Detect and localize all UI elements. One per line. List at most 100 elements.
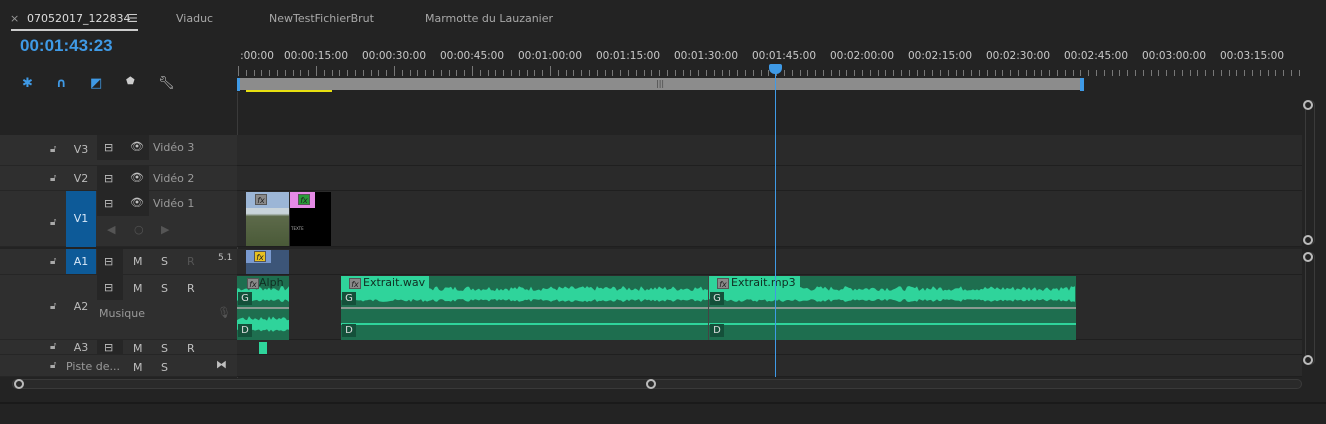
ruler-tick — [488, 70, 489, 76]
track-id[interactable]: V3 — [66, 143, 96, 156]
track-name: Vidéo 2 — [153, 172, 195, 185]
ruler-label: 00:01:45:00 — [751, 50, 817, 62]
solo-button[interactable]: S — [161, 282, 168, 295]
ruler-tick — [659, 70, 660, 76]
toggle-sync-icon[interactable]: ⊟ — [104, 255, 113, 268]
ruler-label: 00:01:00:00 — [517, 50, 583, 62]
ruler-label: 00:03:15:00 — [1219, 50, 1285, 62]
go-to-ends-icon[interactable]: ⧓ — [216, 358, 227, 371]
record-button[interactable]: R — [187, 342, 195, 355]
a-scroll-handle-bottom[interactable] — [1303, 355, 1313, 365]
track-v1[interactable] — [237, 191, 1302, 247]
ruler-tick — [932, 70, 933, 76]
track-v3[interactable] — [237, 135, 1302, 166]
track-id[interactable]: V1 — [66, 191, 96, 247]
mute-button[interactable]: M — [133, 361, 143, 374]
ruler-tick — [753, 70, 754, 76]
track-a3[interactable] — [237, 340, 1302, 355]
mute-button[interactable]: M — [133, 282, 143, 295]
mute-button[interactable]: M — [133, 255, 143, 268]
audio-clip-alph[interactable]: Alph fx G D — [237, 276, 289, 340]
clip-name: Alph — [259, 276, 284, 289]
lock-icon[interactable]: 🔓︎ — [50, 256, 56, 267]
audio-vertical-scrollbar[interactable] — [1305, 252, 1315, 365]
toggle-sync-icon[interactable]: ⊟ — [104, 172, 113, 185]
toggle-sync-icon[interactable]: ⊟ — [104, 197, 113, 210]
video-clip-title[interactable]: fx TEXTE — [290, 192, 331, 246]
ruler-label: 00:01:15:00 — [595, 50, 661, 62]
audio-clip-extrait-mp3[interactable]: Extrait.mp3 fx G D — [709, 276, 1076, 340]
eye-icon[interactable]: 👁︎ — [130, 140, 144, 153]
next-keyframe-icon[interactable]: ▶ — [161, 223, 169, 236]
toggle-sync-icon[interactable]: ⊟ — [104, 141, 113, 154]
v-scroll-handle-bottom[interactable] — [1303, 235, 1313, 245]
eye-icon[interactable]: 👁︎ — [130, 196, 144, 209]
channel-right-label: D — [238, 324, 252, 337]
solo-button[interactable]: S — [161, 361, 168, 374]
a-scroll-handle-top[interactable] — [1303, 252, 1313, 262]
record-button[interactable]: R — [187, 255, 195, 268]
lock-icon[interactable]: 🔓︎ — [50, 144, 56, 155]
toggle-sync-icon[interactable]: ⊟ — [104, 281, 113, 294]
prev-keyframe-icon[interactable]: ◀ — [107, 223, 115, 236]
lock-icon[interactable]: 🔓︎ — [50, 217, 56, 228]
horizontal-scrollbar[interactable] — [12, 379, 1302, 389]
h-scroll-handle-right[interactable] — [646, 379, 656, 389]
add-keyframe-icon[interactable]: ○ — [134, 223, 144, 236]
solo-button[interactable]: S — [161, 255, 168, 268]
channel-left-label: G — [342, 292, 356, 305]
ruler-tick — [1244, 70, 1245, 76]
zoom-handle-right[interactable] — [1080, 78, 1084, 91]
ruler-tick — [909, 70, 910, 76]
lock-icon[interactable]: 🔓︎ — [50, 301, 56, 312]
ruler-tick — [1260, 70, 1261, 76]
ruler-tick — [1002, 70, 1003, 76]
video-vertical-scrollbar[interactable] — [1305, 100, 1315, 245]
channel-right-label: D — [342, 324, 356, 337]
ruler-tick — [425, 70, 426, 76]
audio-clip-a1[interactable]: fx — [246, 250, 289, 274]
ruler-tick — [269, 70, 270, 76]
ruler-tick — [1182, 70, 1183, 76]
lock-icon[interactable]: 🔓︎ — [50, 360, 56, 371]
track-master[interactable] — [237, 355, 1302, 377]
ruler-tick — [1166, 70, 1167, 76]
mute-button[interactable]: M — [133, 342, 143, 355]
ruler-label: 00:02:45:00 — [1063, 50, 1129, 62]
ruler-tick — [1213, 70, 1214, 76]
audio-clip-a3[interactable] — [259, 342, 267, 354]
track-id[interactable]: A2 — [66, 300, 96, 313]
track-id[interactable]: A1 — [66, 249, 96, 274]
lock-icon[interactable]: 🔓︎ — [50, 173, 56, 184]
playhead-line[interactable] — [775, 66, 776, 377]
track-name: Vidéo 3 — [153, 141, 195, 154]
zoom-handle-left[interactable] — [237, 78, 240, 91]
track-id[interactable]: A3 — [66, 341, 96, 354]
ruler-tick — [612, 70, 613, 76]
v-scroll-handle-top[interactable] — [1303, 100, 1313, 110]
ruler-tick — [386, 70, 387, 76]
h-scroll-handle-left[interactable] — [14, 379, 24, 389]
eye-icon[interactable]: 👁︎ — [130, 171, 144, 184]
ruler-tick — [542, 70, 543, 76]
ruler-label: 00:00:45:00 — [439, 50, 505, 62]
ruler-tick — [854, 70, 855, 76]
audio-clip-extrait-wav[interactable]: Extrait.wav fx G D — [341, 276, 709, 340]
time-ruler[interactable]: :00:00 00:00:15:00 00:00:30:00 00:00:45:00 0… — [0, 0, 1326, 80]
record-button[interactable]: R — [187, 282, 195, 295]
track-a1[interactable] — [237, 249, 1302, 275]
ruler-tick — [636, 70, 637, 76]
solo-button[interactable]: S — [161, 342, 168, 355]
ruler-tick — [464, 70, 465, 76]
ruler-tick — [667, 70, 668, 76]
toggle-sync-icon[interactable]: ⊟ — [104, 341, 113, 354]
microphone-icon[interactable]: 🎙︎ — [217, 306, 231, 319]
track-v2[interactable] — [237, 166, 1302, 191]
channel-label: 5.1 — [218, 253, 233, 263]
ruler-tick — [1073, 70, 1074, 76]
track-id[interactable]: V2 — [66, 172, 96, 185]
ruler-tick — [1096, 70, 1097, 76]
ruler-tick — [371, 70, 372, 76]
video-clip-landscape[interactable]: fx — [246, 192, 289, 246]
lock-icon[interactable]: 🔓︎ — [50, 341, 56, 352]
